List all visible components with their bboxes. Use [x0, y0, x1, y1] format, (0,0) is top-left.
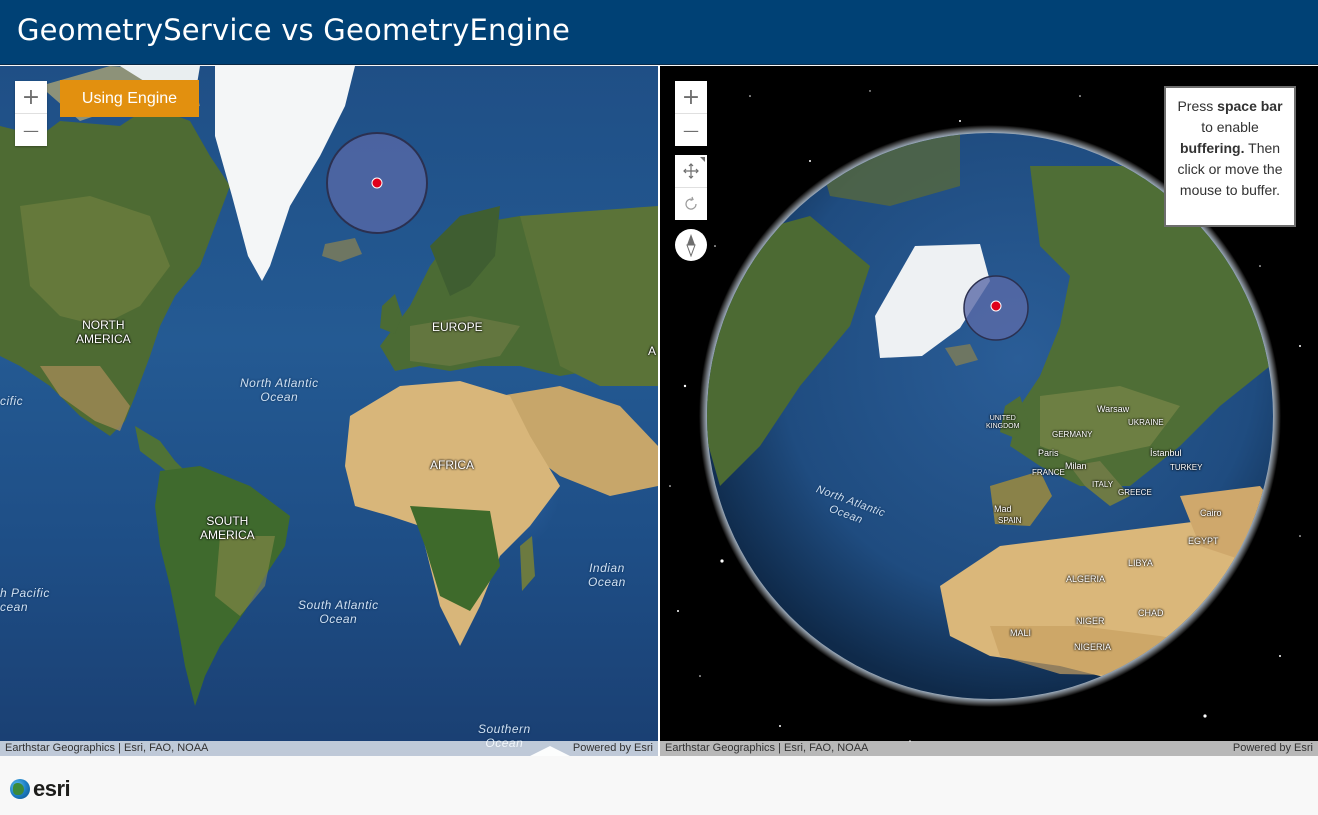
- powered-by-esri-3d[interactable]: Powered by Esri: [1233, 742, 1313, 754]
- zoom-in-icon: +: [21, 84, 41, 110]
- instructions-panel: Press space bar to enable buffering. The…: [1164, 86, 1296, 227]
- nav-expand-indicator: [700, 157, 705, 162]
- compass-button[interactable]: [675, 229, 707, 261]
- label-3d-germany: GERMANY: [1052, 430, 1093, 439]
- attribution-bar-2d: Earthstar Geographics | Esri, FAO, NOAA …: [0, 741, 658, 756]
- label-north-america: NORTH AMERICA: [76, 318, 131, 346]
- label-3d-united-kingdom: UNITED KINGDOM: [986, 415, 1020, 430]
- label-3d-chad: CHAD: [1138, 608, 1164, 618]
- label-south-atlantic: South Atlantic Ocean: [298, 598, 379, 626]
- zoom-widget-3d: + —: [675, 81, 707, 146]
- powered-by-esri-2d[interactable]: Powered by Esri: [573, 742, 653, 754]
- zoom-in-button-3d[interactable]: +: [675, 81, 707, 113]
- label-pacific-south: h Pacific cean: [0, 586, 50, 614]
- label-europe: EUROPE: [432, 320, 483, 334]
- zoom-in-icon: +: [681, 84, 701, 110]
- label-3d-warsaw: Warsaw: [1097, 404, 1130, 414]
- instructions-text-1: Press: [1177, 98, 1218, 114]
- label-3d-nigeria: NIGERIA: [1074, 642, 1112, 652]
- label-3d-greece: GREECE: [1118, 488, 1152, 497]
- navigation-toggle: [675, 155, 707, 220]
- attribution-text-2d[interactable]: Earthstar Geographics | Esri, FAO, NOAA: [5, 742, 208, 754]
- pan-icon: [683, 163, 699, 179]
- engine-toggle-button[interactable]: Using Engine: [60, 80, 199, 117]
- label-3d-istanbul: İstanbul: [1150, 448, 1182, 458]
- attribution-bar-3d: Earthstar Geographics | Esri, FAO, NOAA …: [660, 741, 1318, 756]
- scene-view-3d[interactable]: North Atlantic Ocean UNITED KINGDOM Pari…: [660, 66, 1318, 756]
- label-pacific-north: cific: [0, 394, 24, 408]
- label-3d-cairo: Cairo: [1200, 508, 1222, 518]
- instructions-text-2: to enable: [1201, 119, 1259, 135]
- buffer-point-3d: [990, 300, 1002, 312]
- instructions-keyword-buffering: buffering.: [1179, 140, 1245, 156]
- label-asia-edge: A: [648, 344, 657, 358]
- label-3d-mali: MALI: [1010, 628, 1032, 638]
- label-north-atlantic: North Atlantic Ocean: [240, 376, 319, 404]
- label-africa: AFRICA: [430, 458, 475, 472]
- zoom-out-button-2d[interactable]: —: [15, 113, 47, 146]
- zoom-in-button-2d[interactable]: +: [15, 81, 47, 113]
- label-3d-niger: NIGER: [1076, 616, 1105, 626]
- zoom-widget-2d: + —: [15, 81, 47, 146]
- rotate-button[interactable]: [675, 187, 707, 220]
- esri-globe-icon: [10, 779, 30, 799]
- zoom-out-icon: —: [683, 120, 699, 140]
- basemap-imagery-2d: NORTH AMERICA EUROPE AFRICA SOUTH AMERIC…: [0, 66, 658, 756]
- page-title: GeometryService vs GeometryEngine: [17, 13, 571, 47]
- label-3d-milan: Milan: [1065, 461, 1087, 471]
- esri-logo-text: esri: [33, 776, 71, 801]
- label-3d-libya: LIBYA: [1128, 558, 1153, 568]
- rotate-icon: [685, 196, 697, 210]
- label-3d-egypt: EGYPT: [1188, 536, 1219, 546]
- app-header: GeometryService vs GeometryEngine: [0, 0, 1318, 65]
- label-3d-turkey: TURKEY: [1170, 463, 1203, 472]
- buffer-point-2d: [371, 177, 383, 189]
- label-3d-spain: SPAIN: [998, 516, 1022, 525]
- page-footer: [0, 756, 1318, 815]
- map-view-2d[interactable]: NORTH AMERICA EUROPE AFRICA SOUTH AMERIC…: [0, 66, 658, 756]
- zoom-out-icon: —: [23, 120, 39, 140]
- instructions-key-space-bar: space bar: [1217, 98, 1283, 114]
- label-3d-france: FRANCE: [1032, 468, 1065, 477]
- zoom-out-button-3d[interactable]: —: [675, 113, 707, 146]
- label-3d-italy: ITALY: [1092, 480, 1114, 489]
- label-indian-ocean: Indian Ocean: [588, 561, 626, 589]
- label-3d-paris: Paris: [1038, 448, 1059, 458]
- esri-logo[interactable]: esri: [10, 776, 71, 802]
- label-3d-algeria: ALGERIA: [1066, 574, 1106, 584]
- attribution-text-3d[interactable]: Earthstar Geographics | Esri, FAO, NOAA: [665, 742, 868, 754]
- label-3d-ukraine: UKRAINE: [1128, 418, 1164, 427]
- label-south-america: SOUTH AMERICA: [200, 514, 255, 542]
- compass-icon: [686, 234, 696, 257]
